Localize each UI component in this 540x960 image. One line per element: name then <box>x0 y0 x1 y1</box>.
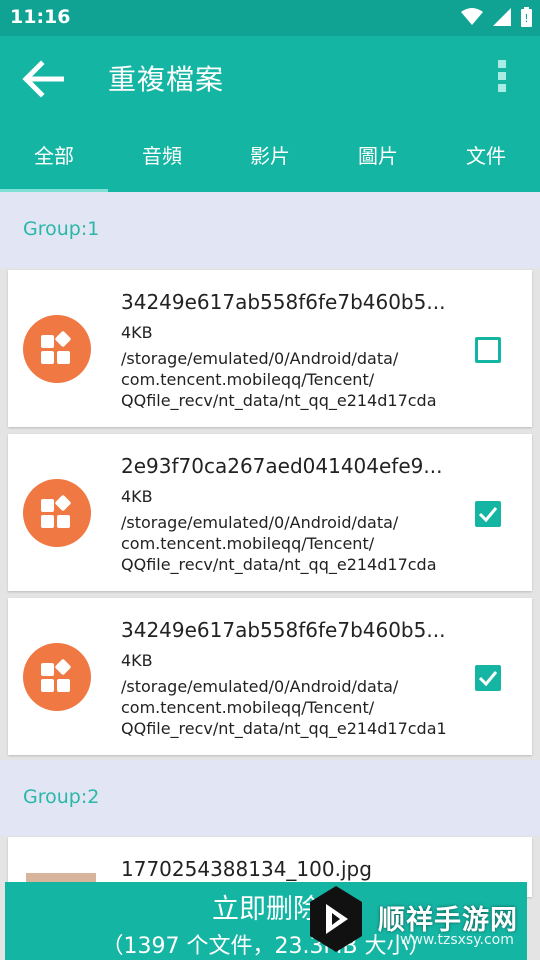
file-path: /storage/emulated/0/Android/data/ com.te… <box>121 676 481 739</box>
watermark-url: www.tzsxsy.com <box>400 932 514 948</box>
file-size: 4KB <box>121 487 153 506</box>
file-path-line: /storage/emulated/0/Android/data/ <box>121 349 399 368</box>
file-name: 34249e617ab558f6fe7b460b5... <box>121 618 446 642</box>
file-path-line: QQfile_recv/nt_data/nt_qq_e214d17cda1 <box>121 719 447 738</box>
tab-label: 音頻 <box>142 144 182 168</box>
svg-text:!: ! <box>524 12 528 25</box>
app-bar: 重複檔案 <box>0 36 540 122</box>
apps-icon <box>41 659 71 692</box>
file-path-line: QQfile_recv/nt_data/nt_qq_e214d17cda <box>121 555 437 574</box>
apps-icon <box>41 331 71 364</box>
checkmark-icon <box>478 671 498 687</box>
file-path-line: com.tencent.mobileqq/Tencent/ <box>121 534 375 553</box>
file-type-icon <box>23 643 91 711</box>
file-path: /storage/emulated/0/Android/data/ com.te… <box>121 512 481 575</box>
file-name: 1770254388134_100.jpg <box>121 857 372 881</box>
checkmark-icon <box>478 507 498 523</box>
tab-video[interactable]: 影片 <box>216 122 324 192</box>
tab-label: 全部 <box>34 144 74 168</box>
group-header: Group:1 <box>0 192 540 268</box>
file-path: /storage/emulated/0/Android/data/ com.te… <box>121 348 481 411</box>
more-dot <box>498 84 506 92</box>
file-card[interactable]: 34249e617ab558f6fe7b460b5... 4KB /storag… <box>8 270 532 427</box>
tab-bar: 全部 音頻 影片 圖片 文件 <box>0 122 540 192</box>
file-card[interactable]: 34249e617ab558f6fe7b460b5... 4KB /storag… <box>8 598 532 755</box>
signal-icon <box>493 8 511 26</box>
watermark: 顺祥手游网 www.tzsxsy.com <box>308 884 540 960</box>
status-time: 11:16 <box>10 6 71 28</box>
file-path-line: /storage/emulated/0/Android/data/ <box>121 513 399 532</box>
tab-label: 影片 <box>250 144 290 168</box>
file-size: 4KB <box>121 323 153 342</box>
file-path-line: /storage/emulated/0/Android/data/ <box>121 677 399 696</box>
page-title: 重複檔案 <box>108 63 225 96</box>
group-title: Group:1 <box>23 218 100 240</box>
file-card[interactable]: 2e93f70ca267aed041404efe9... 4KB /storag… <box>8 434 532 591</box>
file-size: 4KB <box>121 651 153 670</box>
more-dot <box>498 60 506 68</box>
file-name: 34249e617ab558f6fe7b460b5... <box>121 290 446 314</box>
tab-label: 文件 <box>466 144 506 168</box>
watermark-logo-icon <box>310 886 362 952</box>
file-path-line: QQfile_recv/nt_data/nt_qq_e214d17cda <box>121 391 437 410</box>
more-options-button[interactable] <box>494 60 510 100</box>
apps-icon <box>41 495 71 528</box>
status-bar: 11:16 ! <box>0 0 540 36</box>
file-type-icon <box>23 479 91 547</box>
tab-label: 圖片 <box>358 144 398 168</box>
group-header: Group:2 <box>0 760 540 836</box>
select-checkbox[interactable] <box>475 337 501 363</box>
tab-images[interactable]: 圖片 <box>324 122 432 192</box>
wifi-icon <box>461 8 483 25</box>
back-button[interactable] <box>22 60 65 98</box>
group-title: Group:2 <box>23 786 100 808</box>
file-path-line: com.tencent.mobileqq/Tencent/ <box>121 370 375 389</box>
file-type-icon <box>23 315 91 383</box>
battery-icon: ! <box>521 7 532 27</box>
select-checkbox[interactable] <box>475 665 501 691</box>
more-dot <box>498 72 506 80</box>
file-name: 2e93f70ca267aed041404efe9... <box>121 454 443 478</box>
tab-documents[interactable]: 文件 <box>432 122 540 192</box>
tab-all[interactable]: 全部 <box>0 122 108 192</box>
tab-audio[interactable]: 音頻 <box>108 122 216 192</box>
back-arrow-icon <box>22 60 65 98</box>
select-checkbox[interactable] <box>475 501 501 527</box>
status-icons: ! <box>461 7 532 27</box>
file-path-line: com.tencent.mobileqq/Tencent/ <box>121 698 375 717</box>
